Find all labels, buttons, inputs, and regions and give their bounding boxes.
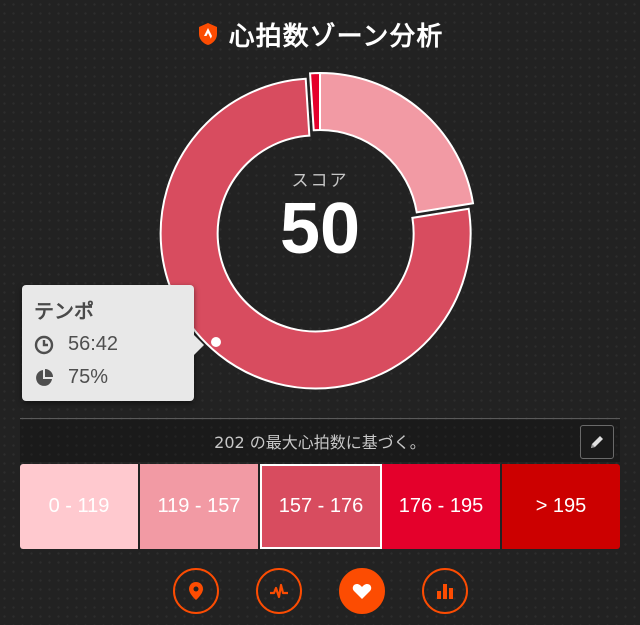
- bottom-nav: [0, 568, 640, 618]
- tooltip-percent: 75%: [68, 366, 109, 388]
- bar-chart-icon: [436, 584, 453, 599]
- score-value: 50: [279, 189, 361, 269]
- zone-2[interactable]: 119 - 157: [140, 464, 260, 549]
- pencil-icon: [591, 436, 603, 448]
- tooltip-time-row: 56:42: [34, 333, 118, 356]
- zone-5[interactable]: > 195: [502, 464, 620, 549]
- nav-activity-button[interactable]: [255, 568, 302, 614]
- tooltip-title: テンポ: [34, 299, 94, 323]
- edit-button[interactable]: [580, 425, 614, 459]
- activity-icon: [269, 583, 288, 599]
- nav-map-button[interactable]: [172, 568, 219, 614]
- tooltip-percent-row: 75%: [34, 366, 108, 389]
- tooltip-time: 56:42: [68, 333, 119, 355]
- zone-tooltip: テンポ 56:42 75%: [22, 285, 204, 401]
- zone-1[interactable]: 0 - 119: [20, 464, 140, 549]
- pie-icon: [36, 368, 53, 386]
- zone-4[interactable]: 176 - 195: [382, 464, 502, 549]
- clock-icon: [34, 335, 54, 354]
- nav-stats-button[interactable]: [421, 568, 468, 614]
- zone-bar: 0 - 119 119 - 157 157 - 176 176 - 195 > 195: [20, 464, 620, 549]
- nav-heart-button[interactable]: [338, 568, 385, 614]
- max-hr-basis: 202 の最大心拍数に基づく。: [20, 420, 620, 462]
- heart-icon: [352, 584, 371, 599]
- tooltip-anchor-dot: [211, 337, 221, 347]
- donut-slice-4[interactable]: [309, 71, 321, 132]
- zone-3[interactable]: 157 - 176: [260, 464, 382, 549]
- divider: [20, 418, 620, 419]
- map-pin-icon: [188, 582, 203, 600]
- max-hr-basis-text: 202 の最大心拍数に基づく。: [214, 433, 426, 452]
